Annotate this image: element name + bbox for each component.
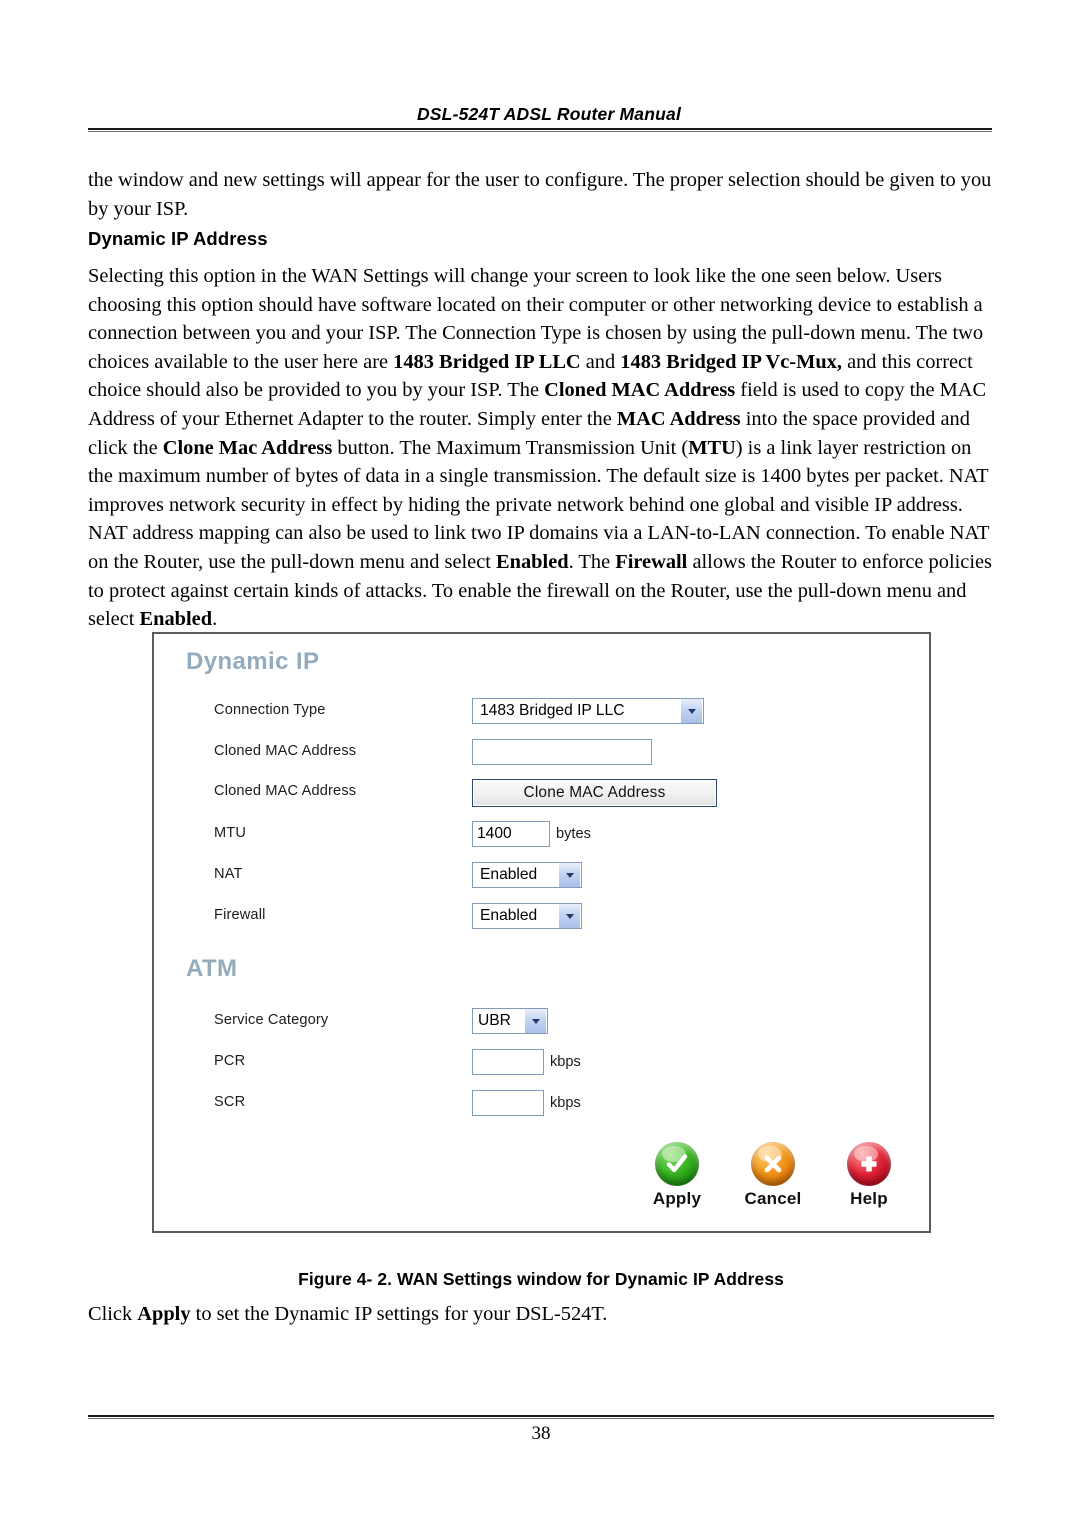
form-row-firewall: Firewall Enabled bbox=[154, 903, 929, 933]
figure-wan-settings-screenshot: Dynamic IP Connection Type 1483 Bridged … bbox=[152, 632, 931, 1233]
unit-mtu-bytes: bytes bbox=[556, 826, 591, 842]
group-title-atm: ATM bbox=[186, 955, 238, 982]
plus-glyph bbox=[861, 1156, 877, 1172]
control-connection-type: 1483 Bridged IP LLC bbox=[472, 698, 704, 724]
label-cloned-mac-address-input: Cloned MAC Address bbox=[214, 743, 357, 759]
input-mtu[interactable]: 1400 bbox=[472, 821, 550, 847]
form-row-service-category: Service Category UBR bbox=[154, 1008, 929, 1038]
para-text: . The Maximum Transmission Unit ( bbox=[389, 436, 689, 459]
unit-pcr-kbps: kbps bbox=[550, 1054, 581, 1070]
closing-paragraph: Click Apply to set the Dynamic IP settin… bbox=[88, 1300, 994, 1328]
form-row-clone-mac-button: Cloned MAC Address Clone MAC Address bbox=[154, 779, 929, 809]
cancel-button[interactable]: Cancel bbox=[737, 1142, 809, 1209]
clone-mac-address-button[interactable]: Clone MAC Address bbox=[472, 779, 717, 807]
form-row-scr: SCR kbps bbox=[154, 1090, 929, 1120]
page-footer: 38 bbox=[88, 1415, 994, 1445]
checkmark-icon[interactable] bbox=[655, 1142, 699, 1186]
para-text: . bbox=[212, 608, 218, 631]
select-firewall-value: Enabled bbox=[480, 907, 538, 924]
select-firewall[interactable]: Enabled bbox=[472, 903, 582, 929]
label-mtu: MTU bbox=[214, 825, 247, 841]
page-number: 38 bbox=[531, 1423, 551, 1444]
close-icon[interactable] bbox=[751, 1142, 795, 1186]
form-row-connection-type: Connection Type 1483 Bridged IP LLC bbox=[154, 698, 929, 728]
control-mtu: 1400 bytes bbox=[472, 821, 591, 847]
chevron-down-icon[interactable] bbox=[558, 904, 580, 928]
select-connection-type-value: 1483 Bridged IP LLC bbox=[480, 702, 625, 719]
manual-title: DSL-524T ADSL Router Manual bbox=[416, 104, 682, 124]
form-row-nat: NAT Enabled bbox=[154, 862, 929, 892]
intro-paragraph: the window and new settings will appear … bbox=[88, 169, 992, 220]
figure-caption: Figure 4- 2. WAN Settings window for Dyn… bbox=[298, 1269, 784, 1289]
control-firewall: Enabled bbox=[472, 903, 582, 929]
para-emphasis-bridged-vcmux: 1483 Bridged IP Vc-Mux, bbox=[620, 350, 842, 373]
select-nat[interactable]: Enabled bbox=[472, 862, 582, 888]
cancel-button-label: Cancel bbox=[744, 1189, 802, 1208]
page-header: DSL-524T ADSL Router Manual bbox=[88, 104, 992, 132]
input-cloned-mac-address[interactable] bbox=[472, 739, 652, 765]
closing-text: to set the Dynamic IP settings for your … bbox=[190, 1303, 608, 1325]
para-emphasis-enabled-firewall: Enabled bbox=[139, 608, 213, 631]
x-glyph bbox=[764, 1155, 782, 1173]
label-cloned-mac-address-button: Cloned MAC Address bbox=[214, 783, 357, 799]
input-pcr[interactable] bbox=[472, 1049, 544, 1075]
label-connection-type: Connection Type bbox=[214, 702, 326, 718]
control-nat: Enabled bbox=[472, 862, 582, 888]
select-service-category[interactable]: UBR bbox=[472, 1008, 548, 1034]
closing-text: Click bbox=[88, 1303, 138, 1325]
control-scr: kbps bbox=[472, 1090, 581, 1116]
control-pcr: kbps bbox=[472, 1049, 581, 1075]
closing-emphasis-apply: Apply bbox=[137, 1303, 191, 1325]
form-row-pcr: PCR kbps bbox=[154, 1049, 929, 1079]
form-row-cloned-mac-input: Cloned MAC Address bbox=[154, 739, 929, 769]
unit-scr-kbps: kbps bbox=[550, 1095, 581, 1111]
para-text: . The bbox=[568, 550, 616, 573]
plus-icon[interactable] bbox=[847, 1142, 891, 1186]
para-emphasis-mtu: MTU bbox=[688, 436, 736, 459]
control-cloned-mac-input bbox=[472, 739, 652, 765]
para-emphasis-firewall: Firewall bbox=[615, 550, 688, 573]
chevron-down-icon[interactable] bbox=[558, 863, 580, 887]
input-scr[interactable] bbox=[472, 1090, 544, 1116]
section-heading: Dynamic IP Address bbox=[88, 228, 268, 249]
chevron-down-icon[interactable] bbox=[680, 699, 702, 723]
select-service-category-value: UBR bbox=[478, 1012, 511, 1029]
chevron-down-icon[interactable] bbox=[524, 1009, 546, 1033]
help-button-label: Help bbox=[850, 1189, 888, 1208]
group-title-dynamic-ip: Dynamic IP bbox=[186, 648, 320, 675]
label-nat: NAT bbox=[214, 866, 243, 882]
checkmark-glyph bbox=[666, 1154, 688, 1173]
label-service-category: Service Category bbox=[214, 1012, 329, 1028]
apply-button[interactable]: Apply bbox=[641, 1142, 713, 1209]
form-row-mtu: MTU 1400 bytes bbox=[154, 821, 929, 851]
control-clone-mac-button: Clone MAC Address bbox=[472, 779, 717, 807]
panel-action-buttons: Apply Cancel Help bbox=[641, 1142, 905, 1209]
para-text: button bbox=[332, 436, 390, 459]
para-emphasis-clone-button: Clone Mac Address bbox=[162, 436, 333, 459]
para-text: and bbox=[580, 350, 621, 373]
help-button[interactable]: Help bbox=[833, 1142, 905, 1209]
para-emphasis-enabled-nat: Enabled bbox=[496, 550, 569, 573]
select-nat-value: Enabled bbox=[480, 866, 538, 883]
apply-button-label: Apply bbox=[652, 1189, 702, 1208]
para-emphasis-cloned-mac: Cloned MAC Address bbox=[544, 379, 736, 402]
header-divider bbox=[88, 128, 992, 132]
para-emphasis-bridged-llc: 1483 Bridged IP LLC bbox=[393, 350, 581, 373]
main-paragraph: Selecting this option in the WAN Setting… bbox=[88, 262, 994, 634]
label-pcr: PCR bbox=[214, 1053, 246, 1069]
footer-divider bbox=[88, 1415, 994, 1419]
select-connection-type[interactable]: 1483 Bridged IP LLC bbox=[472, 698, 704, 724]
control-service-category: UBR bbox=[472, 1008, 548, 1034]
para-emphasis-mac-address: MAC Address bbox=[616, 407, 741, 430]
label-scr: SCR bbox=[214, 1094, 246, 1110]
router-config-panel: Dynamic IP Connection Type 1483 Bridged … bbox=[154, 634, 929, 1231]
label-firewall: Firewall bbox=[214, 907, 266, 923]
